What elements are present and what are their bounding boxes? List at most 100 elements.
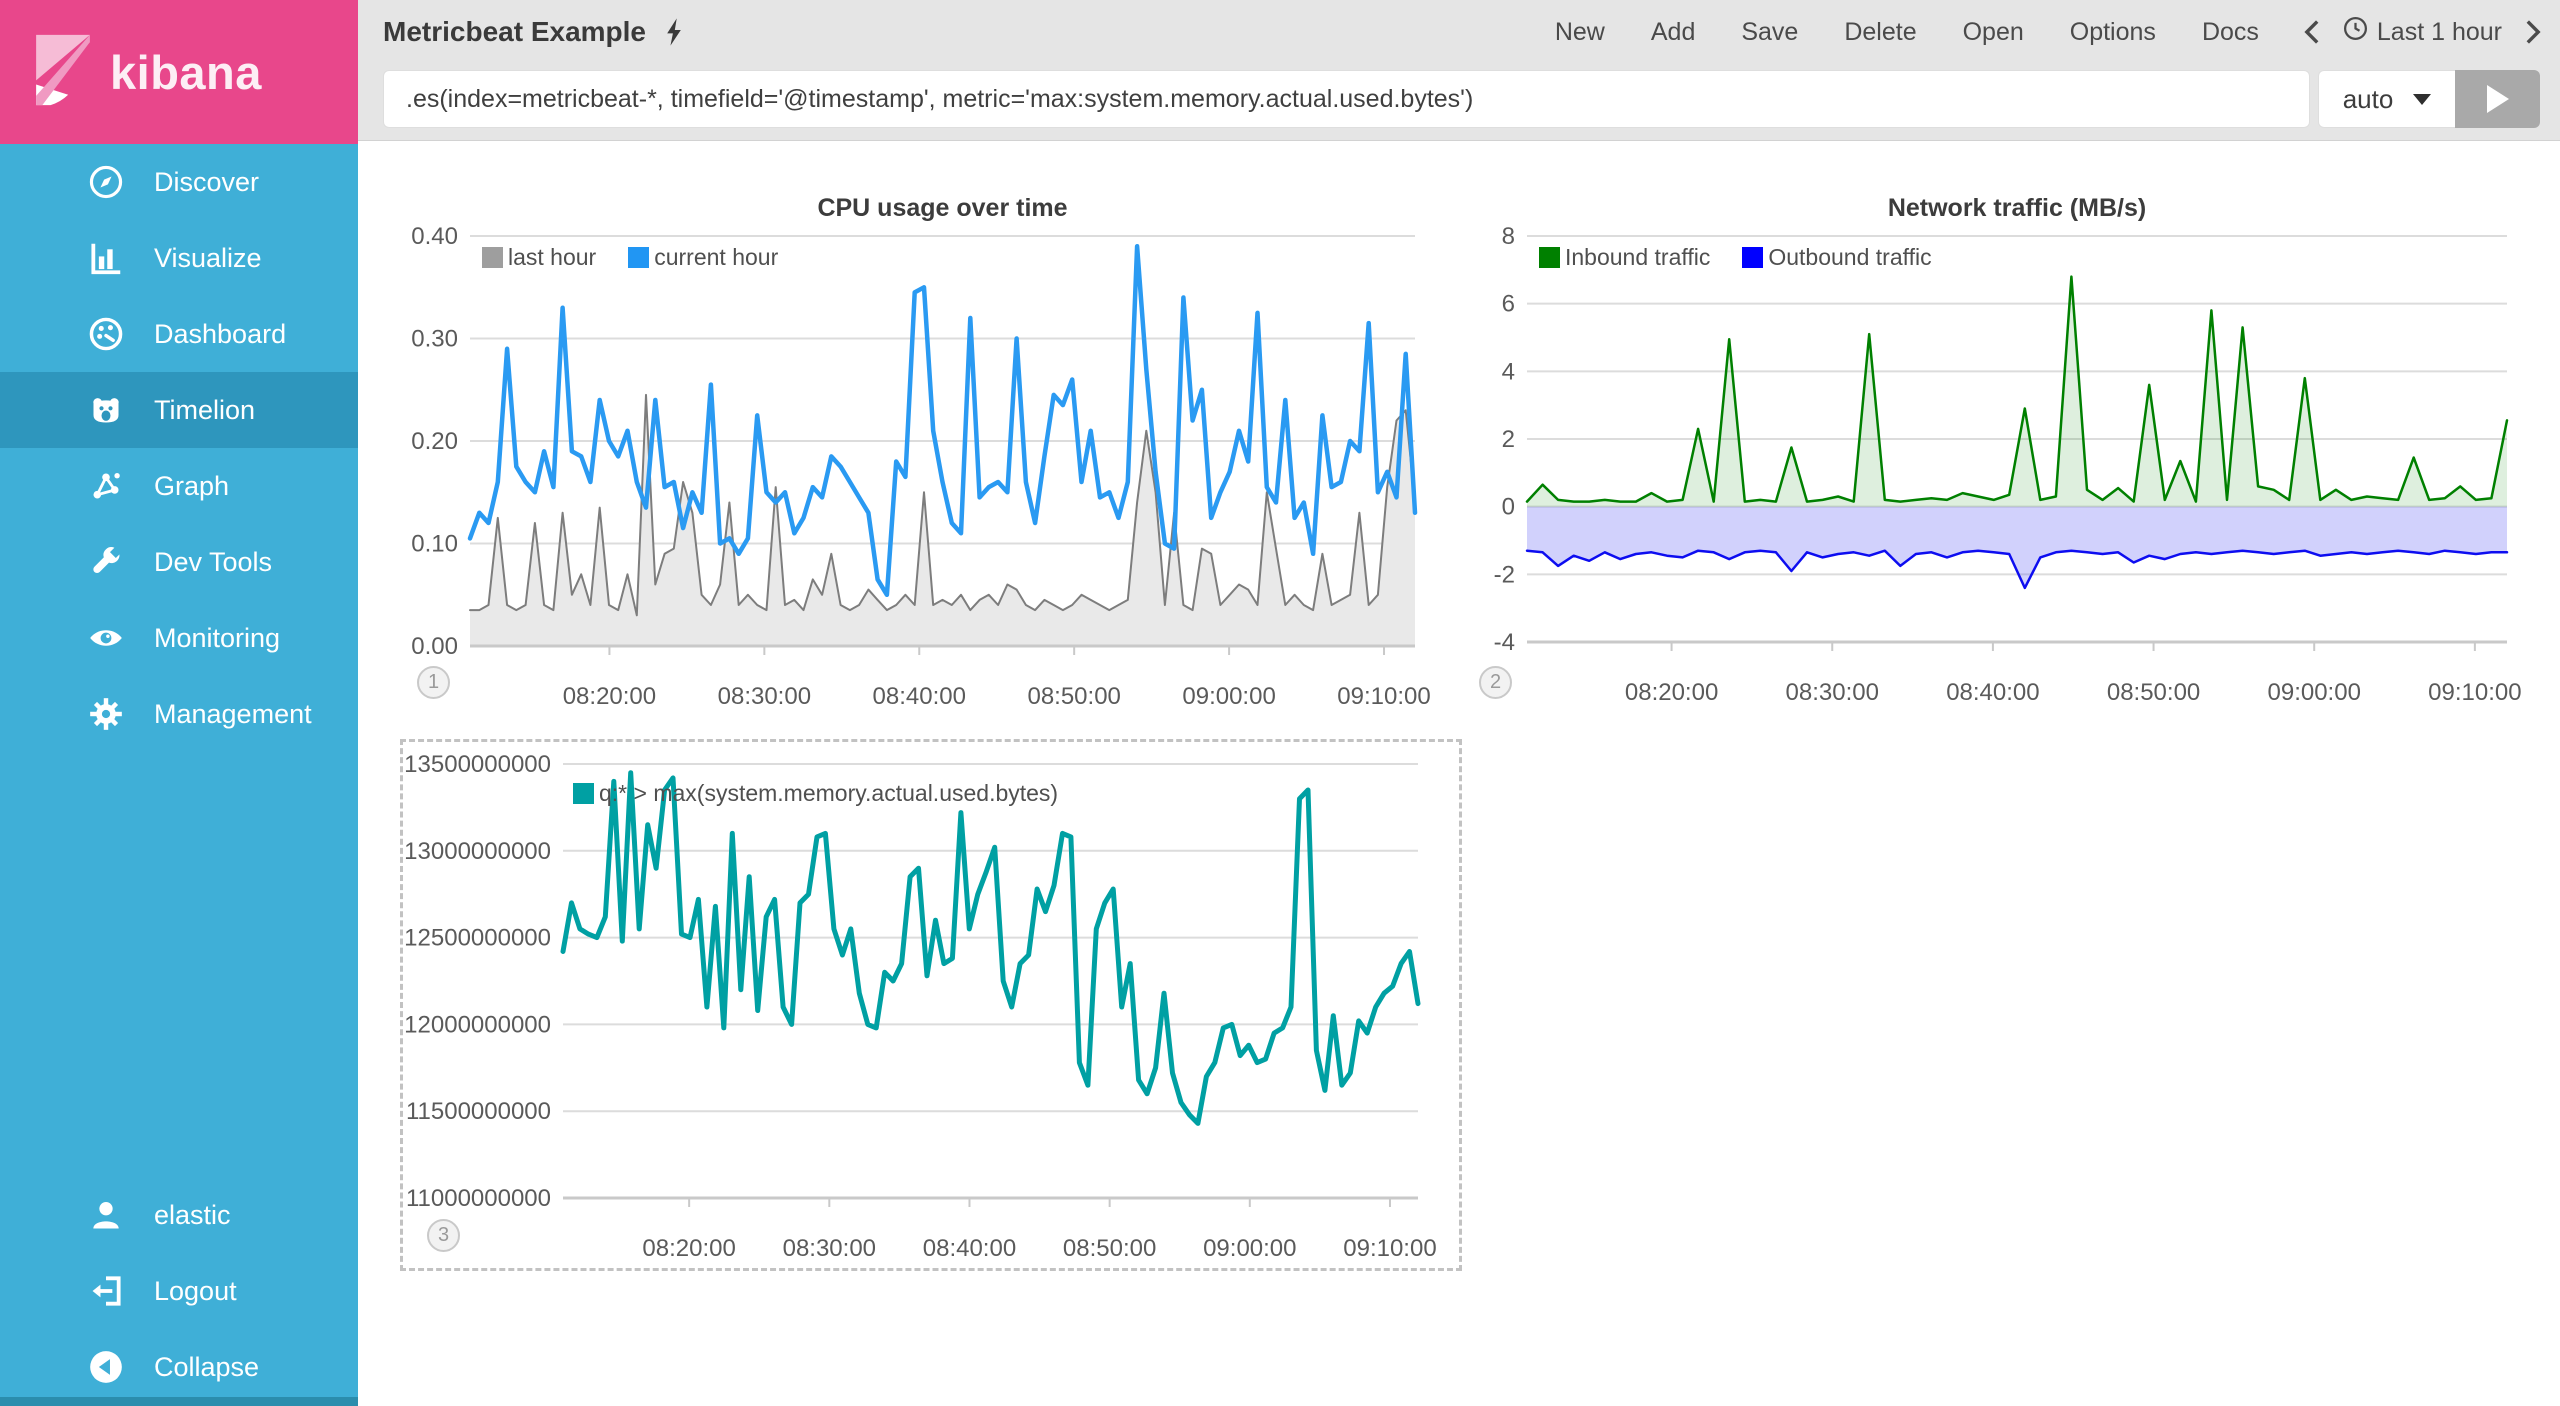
chart-sequence-badge: 2 [1479,666,1512,699]
collapse-icon [84,1345,128,1389]
sidebar-item-collapse[interactable]: Collapse [0,1329,358,1405]
sidebar-item-label: elastic [154,1200,231,1231]
svg-text:8: 8 [1502,223,1515,250]
legend-item: last hour [482,244,596,271]
legend-item: Inbound traffic [1539,244,1710,271]
svg-text:09:00:00: 09:00:00 [1203,1235,1296,1262]
chevron-left-icon[interactable] [2301,19,2323,45]
svg-text:2: 2 [1502,426,1515,453]
menu-item-docs[interactable]: Docs [2202,18,2259,47]
legend-item: Outbound traffic [1742,244,1931,271]
time-navigation: Last 1 hour [2301,16,2544,48]
timelion-query-input[interactable] [383,70,2310,128]
svg-text:13500000000: 13500000000 [404,751,551,778]
svg-text:0.10: 0.10 [411,531,458,558]
topbar-menu: New Add Save Delete Open Options Docs [1555,18,2259,47]
svg-text:0: 0 [1502,494,1515,521]
svg-text:4: 4 [1502,358,1515,385]
svg-text:08:30:00: 08:30:00 [1786,679,1879,706]
logout-icon [84,1269,128,1313]
svg-text:6: 6 [1502,291,1515,318]
svg-text:08:40:00: 08:40:00 [873,683,966,706]
legend-item: current hour [628,244,778,271]
legend-swatch-icon [1539,247,1560,268]
timelion-sheet: 0.400.300.200.100.0008:20:0008:30:0008:4… [358,142,2560,1406]
chart-canvas: 1350000000013000000000125000000001200000… [403,742,1459,1268]
sidebar-item-label: Visualize [154,243,262,274]
query-row: auto [358,64,2560,140]
svg-text:12500000000: 12500000000 [404,925,551,952]
wrench-icon [84,540,128,584]
kibana-logo[interactable]: kibana [0,0,358,144]
sidebar-item-label: Discover [154,167,259,198]
sidebar-item-label: Logout [154,1276,237,1307]
play-icon [2487,85,2509,113]
legend-label: q:* > max(system.memory.actual.used.byte… [599,780,1058,807]
chart-legend: q:* > max(system.memory.actual.used.byte… [573,780,1058,807]
sidebar-item-visualize[interactable]: Visualize [0,220,358,296]
svg-text:-2: -2 [1494,561,1515,588]
chevron-down-icon [2413,94,2431,105]
menu-item-delete[interactable]: Delete [1844,18,1916,47]
sidebar-item-graph[interactable]: Graph [0,448,358,524]
compass-icon [84,160,128,204]
sidebar-item-monitoring[interactable]: Monitoring [0,600,358,676]
sidebar-item-label: Dashboard [154,319,286,350]
sidebar-item-dashboard[interactable]: Dashboard [0,296,358,372]
interval-group: auto [2318,70,2540,128]
svg-text:09:10:00: 09:10:00 [2428,679,2521,706]
legend-label: Inbound traffic [1565,244,1710,271]
svg-text:09:00:00: 09:00:00 [1182,683,1275,706]
sidebar-item-user-elastic[interactable]: elastic [0,1177,358,1253]
svg-text:0.00: 0.00 [411,633,458,660]
legend-label: last hour [508,244,596,271]
chart-sequence-badge: 1 [417,666,450,699]
svg-text:11000000000: 11000000000 [406,1185,551,1212]
sidebar-footer: elastic Logout Collapse [0,1177,358,1405]
play-button[interactable] [2455,70,2540,128]
chart-title: CPU usage over time [470,194,1415,223]
sidebar-bottom-strip [0,1397,358,1406]
time-picker[interactable]: Last 1 hour [2343,16,2502,48]
clock-icon [2343,16,2368,48]
menu-item-save[interactable]: Save [1741,18,1798,47]
interval-value: auto [2343,84,2394,115]
sidebar-item-label: Collapse [154,1352,259,1383]
legend-swatch-icon [482,247,503,268]
chart-legend: last hour current hour [482,244,778,271]
sidebar-item-label: Timelion [154,395,255,426]
user-icon [84,1193,128,1237]
sidebar: kibana Discover Visualize Dashboard Time… [0,0,358,1406]
chart-memory-used-bytes[interactable]: 1350000000013000000000125000000001200000… [400,739,1462,1271]
menu-item-new[interactable]: New [1555,18,1605,47]
kibana-logo-text: kibana [110,45,262,100]
legend-swatch-icon [628,247,649,268]
gear-icon [84,692,128,736]
menu-item-options[interactable]: Options [2070,18,2156,47]
menu-item-add[interactable]: Add [1651,18,1695,47]
dashboard-icon [84,312,128,356]
chevron-right-icon[interactable] [2522,19,2544,45]
legend-label: Outbound traffic [1768,244,1931,271]
chart-network-traffic[interactable]: 86420-2-408:20:0008:30:0008:40:0008:50:0… [1455,186,2530,706]
interval-select[interactable]: auto [2318,70,2455,128]
legend-label: current hour [654,244,778,271]
legend-swatch-icon [1742,247,1763,268]
sidebar-item-discover[interactable]: Discover [0,144,358,220]
svg-text:08:20:00: 08:20:00 [563,683,656,706]
sidebar-item-logout[interactable]: Logout [0,1253,358,1329]
menu-item-open[interactable]: Open [1963,18,2024,47]
svg-text:08:50:00: 08:50:00 [2107,679,2200,706]
chart-cpu-usage[interactable]: 0.400.300.200.100.0008:20:0008:30:0008:4… [395,186,1465,706]
sidebar-item-dev-tools[interactable]: Dev Tools [0,524,358,600]
chart-title: Network traffic (MB/s) [1527,194,2507,223]
chart-legend: Inbound traffic Outbound traffic [1539,244,1932,271]
svg-text:08:40:00: 08:40:00 [1946,679,2039,706]
svg-text:13000000000: 13000000000 [404,838,551,865]
bar-chart-icon [84,236,128,280]
sidebar-item-timelion[interactable]: Timelion [0,372,358,448]
legend-swatch-icon [573,783,594,804]
sidebar-item-management[interactable]: Management [0,676,358,752]
svg-text:0.30: 0.30 [411,326,458,353]
chart-sequence-badge: 3 [427,1219,460,1252]
